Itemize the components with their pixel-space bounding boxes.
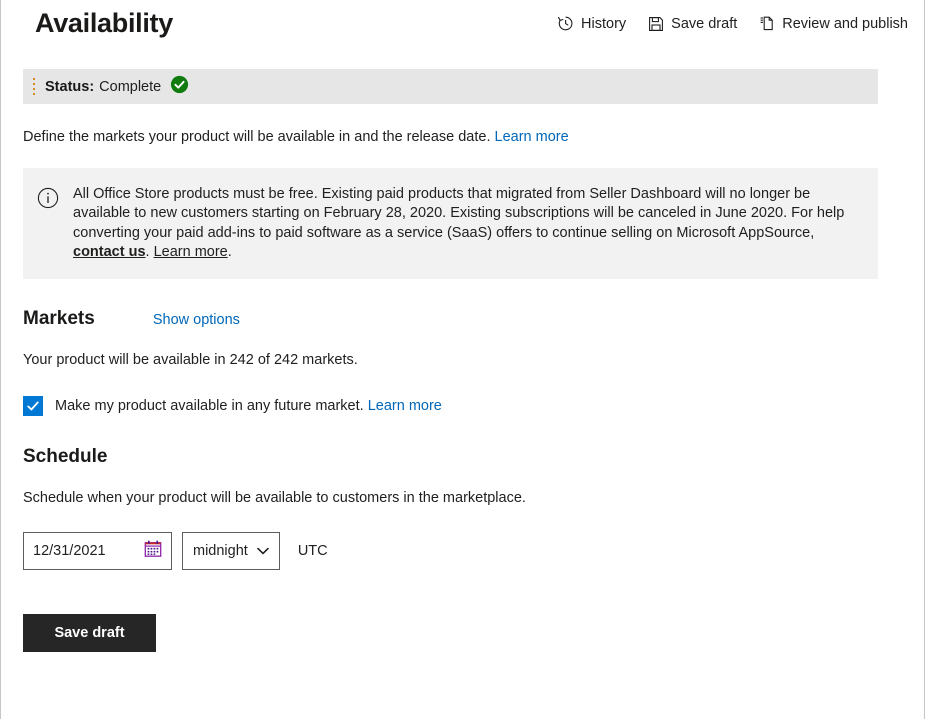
notice-separator: . (145, 243, 150, 260)
schedule-title: Schedule (23, 445, 108, 467)
future-market-text: Make my product available in any future … (55, 397, 364, 414)
calendar-icon[interactable] (144, 539, 162, 562)
save-draft-command[interactable]: Save draft (648, 16, 737, 32)
page-review-icon (759, 15, 775, 32)
release-time-value: midnight (193, 542, 248, 559)
save-draft-label: Save draft (671, 15, 738, 32)
status-value: Complete (99, 78, 162, 95)
drag-handle-icon[interactable] (33, 77, 37, 97)
command-bar: History Save draft Review and publish (557, 15, 908, 32)
availability-page: Availability History Save draft Review a… (0, 0, 925, 719)
intro-sentence: Define the markets your product will be … (23, 129, 491, 145)
schedule-controls: midnight UTC (23, 531, 902, 570)
history-label: History (581, 15, 627, 32)
future-market-label: Make my product available in any future … (55, 398, 442, 414)
release-time-select[interactable]: midnight (182, 531, 280, 570)
future-market-checkbox-row[interactable]: Make my product available in any future … (23, 395, 902, 416)
notice-end: . (227, 243, 232, 260)
release-date-input[interactable] (33, 542, 133, 559)
save-draft-button[interactable]: Save draft (23, 613, 156, 652)
notice-body: All Office Store products must be free. … (73, 186, 845, 241)
info-icon (37, 187, 59, 214)
page-title: Availability (35, 8, 173, 38)
markets-section-header: Markets Show options (23, 308, 902, 330)
status-label: Status: (45, 78, 95, 95)
contact-us-link[interactable]: contact us (73, 244, 146, 260)
office-store-notice: All Office Store products must be free. … (23, 168, 878, 279)
intro-text: Define the markets your product will be … (23, 127, 902, 147)
release-date-field[interactable] (23, 531, 172, 570)
check-circle-icon (170, 75, 189, 99)
schedule-description: Schedule when your product will be avail… (23, 489, 526, 506)
timezone-label: UTC (297, 542, 328, 559)
chevron-down-icon (257, 543, 269, 559)
save-icon (648, 16, 664, 32)
show-options-link[interactable]: Show options (153, 312, 240, 328)
history-icon (557, 15, 574, 32)
history-button[interactable]: History (557, 15, 626, 32)
intro-learn-more-link[interactable]: Learn more (495, 129, 569, 145)
notice-text: All Office Store products must be free. … (73, 185, 862, 262)
future-market-learn-more-link[interactable]: Learn more (368, 398, 442, 414)
future-market-checkbox[interactable] (23, 395, 43, 416)
status-bar: Status: Complete (23, 69, 878, 104)
markets-summary: Your product will be available in 242 of… (23, 351, 358, 368)
markets-title: Markets (23, 307, 95, 329)
review-and-publish-button[interactable]: Review and publish (759, 15, 908, 32)
review-and-publish-label: Review and publish (782, 15, 908, 32)
page-header: Availability History Save draft Review a… (1, 0, 924, 56)
checkmark-icon (27, 401, 39, 411)
notice-learn-more-link[interactable]: Learn more (154, 244, 228, 260)
